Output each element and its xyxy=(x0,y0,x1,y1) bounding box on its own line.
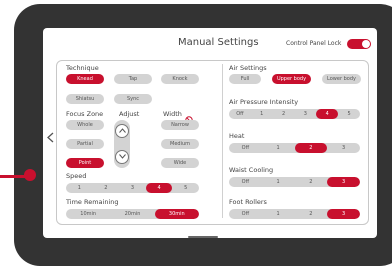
speed-option-5[interactable]: 5 xyxy=(172,183,199,193)
chevron-left-icon[interactable] xyxy=(47,132,54,145)
focus-zone-label: Focus Zone xyxy=(66,110,104,118)
time-option-30min[interactable]: 30min xyxy=(154,209,199,219)
width-label: Width xyxy=(163,110,182,118)
foot-rollers-label: Foot Rollers xyxy=(229,198,267,206)
focus-zone-point-button[interactable]: Point xyxy=(66,158,104,168)
waist-cooling-label: Waist Cooling xyxy=(229,166,274,174)
heat-3[interactable]: 3 xyxy=(327,143,360,153)
prohibited-icon xyxy=(185,109,193,124)
callout-dot xyxy=(24,169,36,181)
speed-label: Speed xyxy=(66,172,87,180)
air-lower-body-button[interactable]: Lower body xyxy=(322,74,361,84)
time-remaining-segmented-control: 10min 20min 30min xyxy=(66,209,199,219)
chevron-down-icon[interactable] xyxy=(115,150,129,164)
foot-rollers-segmented-control: Off 1 2 3 xyxy=(229,209,360,219)
adjust-label: Adjust xyxy=(119,110,140,118)
technique-knock-button[interactable]: Knock xyxy=(161,74,199,84)
column-divider xyxy=(222,64,223,218)
air-full-button[interactable]: Full xyxy=(229,74,261,84)
page-title: Manual Settings xyxy=(178,37,259,48)
toggle-knob xyxy=(362,40,370,48)
air-upper-body-button[interactable]: Upper body xyxy=(272,74,311,84)
air-pressure-1[interactable]: 1 xyxy=(251,109,273,119)
waist-cooling-segmented-control: Off 1 2 3 xyxy=(229,177,360,187)
waist-cooling-off[interactable]: Off xyxy=(229,177,262,187)
speed-option-2[interactable]: 2 xyxy=(93,183,120,193)
technique-sync-button[interactable]: Sync xyxy=(114,94,152,104)
width-narrow-button[interactable]: Narrow xyxy=(161,120,199,130)
speed-segmented-control: 1 2 3 4 5 xyxy=(66,183,199,193)
foot-rollers-2[interactable]: 2 xyxy=(295,209,328,219)
waist-cooling-1[interactable]: 1 xyxy=(262,177,295,187)
heat-segmented-control: Off 1 2 3 xyxy=(229,143,360,153)
heat-off[interactable]: Off xyxy=(229,143,262,153)
time-option-20min[interactable]: 20min xyxy=(110,209,154,219)
home-indicator[interactable] xyxy=(188,236,218,238)
width-medium-button[interactable]: Medium xyxy=(161,139,199,149)
heat-label: Heat xyxy=(229,132,245,140)
foot-rollers-3[interactable]: 3 xyxy=(327,209,360,219)
technique-shiatsu-button[interactable]: Shiatsu xyxy=(66,94,104,104)
tablet-screen: Manual Settings Control Panel Lock Techn… xyxy=(43,28,377,238)
technique-knead-button[interactable]: Knead xyxy=(66,74,104,84)
air-pressure-2[interactable]: 2 xyxy=(273,109,295,119)
waist-cooling-2[interactable]: 2 xyxy=(295,177,328,187)
air-pressure-off[interactable]: Off xyxy=(229,109,251,119)
heat-2[interactable]: 2 xyxy=(294,143,328,153)
focus-zone-whole-button[interactable]: Whole xyxy=(66,120,104,130)
air-pressure-5[interactable]: 5 xyxy=(338,109,360,119)
technique-tap-button[interactable]: Tap xyxy=(114,74,152,84)
speed-option-3[interactable]: 3 xyxy=(119,183,146,193)
foot-rollers-off[interactable]: Off xyxy=(229,209,262,219)
focus-zone-partial-button[interactable]: Partial xyxy=(66,139,104,149)
foot-rollers-1[interactable]: 1 xyxy=(262,209,295,219)
air-pressure-3[interactable]: 3 xyxy=(294,109,316,119)
air-pressure-4[interactable]: 4 xyxy=(316,109,339,119)
speed-option-1[interactable]: 1 xyxy=(66,183,93,193)
speed-option-4[interactable]: 4 xyxy=(145,183,173,193)
heat-1[interactable]: 1 xyxy=(262,143,295,153)
chevron-up-icon[interactable] xyxy=(115,124,129,138)
adjust-control xyxy=(114,120,130,168)
width-wide-button[interactable]: Wide xyxy=(161,158,199,168)
time-remaining-label: Time Remaining xyxy=(66,198,119,206)
air-pressure-label: Air Pressure Intensity xyxy=(229,98,299,106)
technique-label: Technique xyxy=(66,64,99,72)
control-panel-lock-label: Control Panel Lock xyxy=(286,40,342,47)
waist-cooling-3[interactable]: 3 xyxy=(327,177,360,187)
air-settings-label: Air Settings xyxy=(229,64,267,72)
control-panel-lock-toggle[interactable] xyxy=(347,39,371,49)
air-pressure-segmented-control: Off 1 2 3 4 5 xyxy=(229,109,360,119)
time-option-10min[interactable]: 10min xyxy=(66,209,110,219)
